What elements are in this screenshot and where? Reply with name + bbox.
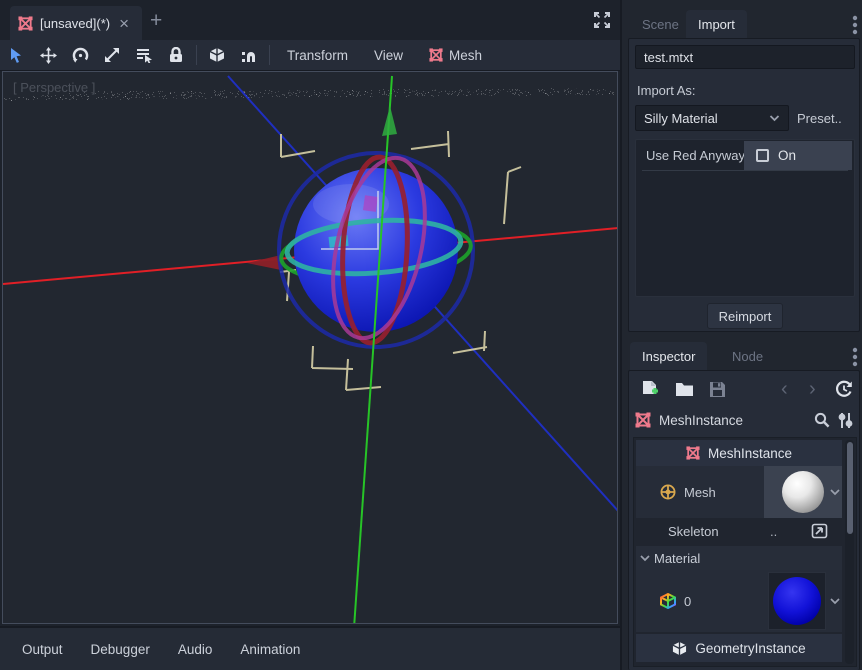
list-select-tool-button[interactable] [128, 40, 160, 70]
toolbar-separator [269, 45, 270, 65]
class-header-geometryinstance[interactable]: GeometryInstance [636, 634, 842, 662]
toolbar-separator [196, 45, 197, 65]
chevron-down-icon[interactable] [830, 488, 840, 496]
material-sphere-preview [773, 577, 821, 625]
scene-tab-bar: [unsaved](*) × + [0, 0, 620, 40]
tab-node[interactable]: Node [720, 342, 775, 370]
dock-menu-dots-icon[interactable] [852, 347, 858, 367]
dock-menu-dots-icon[interactable] [852, 15, 858, 35]
inspector-scrollbar[interactable] [845, 440, 854, 664]
mesh-sphere-preview [782, 471, 824, 513]
material-resource-icon [660, 593, 676, 609]
x-axis-arrow [247, 255, 281, 270]
scene-tab[interactable]: [unsaved](*) × [10, 6, 142, 40]
mesh-instance-icon [429, 48, 443, 62]
inspected-object-name: MeshInstance [659, 413, 806, 428]
tab-import[interactable]: Import [686, 10, 747, 38]
chevron-down-icon[interactable] [830, 597, 840, 605]
mesh-instance-icon [686, 446, 700, 460]
godot-editor-window: [unsaved](*) × + [0, 0, 862, 670]
mesh-instance-icon [635, 412, 651, 428]
rotate-tool-button[interactable] [64, 40, 96, 70]
search-icon[interactable] [814, 412, 830, 428]
class-header-meshinstance[interactable]: MeshInstance [636, 440, 842, 466]
node-path-assign-icon[interactable] [811, 523, 828, 539]
property-name-label: Use Red Anyway [646, 148, 745, 163]
viewport-3d[interactable]: [ Perspective ] [2, 71, 618, 624]
transform-menu[interactable]: Transform [274, 40, 361, 70]
mesh-property-label: Mesh [684, 485, 716, 500]
spatial-toolbar: Transform View Mesh [0, 40, 620, 71]
new-resource-icon[interactable] [641, 377, 659, 401]
chevron-down-icon [769, 114, 780, 122]
output-panel-button[interactable]: Output [12, 636, 73, 663]
import-dock-tabs: Scene Import [622, 10, 862, 38]
import-options-well: Use Red Anyway On [635, 139, 855, 297]
close-icon[interactable]: × [119, 15, 129, 32]
skeleton-property-row: Skeleton .. [636, 518, 842, 546]
history-back-icon[interactable]: ‹ [781, 377, 788, 401]
new-scene-tab-button[interactable]: + [150, 9, 162, 33]
material-slot-label: 0 [684, 594, 691, 609]
inspector-panel: ‹ › MeshInstance [628, 370, 860, 670]
local-space-cube-icon[interactable] [201, 40, 233, 70]
save-resource-icon[interactable] [709, 377, 726, 401]
inspector-properties: MeshInstance Mesh Skeleton [633, 437, 857, 667]
material-thumbnail-cell[interactable] [768, 572, 826, 630]
mesh-resource-icon [660, 484, 676, 500]
load-resource-folder-icon[interactable] [675, 377, 694, 401]
reimport-button[interactable]: Reimport [707, 303, 783, 329]
snap-toggle-icon[interactable] [233, 40, 265, 70]
inspector-dock-tabs: Inspector Node [622, 342, 862, 370]
gizmo-overlay [3, 72, 618, 624]
mesh-instance-icon [18, 16, 33, 31]
property-tools-icon[interactable] [838, 412, 853, 429]
move-tool-button[interactable] [32, 40, 64, 70]
debugger-panel-button[interactable]: Debugger [81, 636, 160, 663]
audio-panel-button[interactable]: Audio [168, 636, 223, 663]
tab-inspector[interactable]: Inspector [630, 342, 707, 370]
material-slot-row: 0 [636, 570, 842, 632]
checkbox-icon[interactable] [756, 149, 769, 162]
mesh-property-row: Mesh [636, 466, 842, 518]
skeleton-property-value[interactable]: .. [770, 524, 777, 539]
skeleton-property-label: Skeleton [668, 524, 719, 539]
animation-panel-button[interactable]: Animation [230, 636, 310, 663]
import-property-row: Use Red Anyway On [638, 142, 852, 170]
scene-tab-title: [unsaved](*) [40, 16, 110, 31]
mesh-menu[interactable]: Mesh [416, 40, 495, 70]
object-history-icon[interactable] [835, 377, 853, 401]
history-forward-icon[interactable]: › [809, 377, 816, 401]
scale-tool-button[interactable] [96, 40, 128, 70]
expand-viewport-icon[interactable] [593, 11, 611, 29]
select-tool-button[interactable] [0, 40, 32, 70]
y-axis-arrow [382, 106, 397, 136]
importer-dropdown[interactable]: Silly Material [635, 105, 789, 131]
inspected-object-row: MeshInstance [635, 407, 853, 433]
import-filename-field: test.mtxt [635, 45, 855, 69]
property-value-cell[interactable]: On [744, 141, 852, 170]
import-as-label: Import As: [637, 83, 696, 98]
preset-button[interactable]: Preset.. [797, 111, 842, 126]
import-panel: test.mtxt Import As: Silly Material Pres… [628, 38, 860, 332]
property-value-label: On [778, 148, 796, 163]
cube-icon [672, 641, 687, 656]
bottom-panel-bar: Output Debugger Audio Animation [0, 626, 620, 670]
tab-scene[interactable]: Scene [630, 10, 691, 38]
chevron-down-icon [640, 554, 650, 562]
lock-icon[interactable] [160, 40, 192, 70]
right-dock: Scene Import test.mtxt Import As: Silly … [620, 0, 862, 670]
scrollbar-thumb[interactable] [847, 442, 853, 534]
material-section-header[interactable]: Material [636, 546, 842, 570]
camera-perspective-label[interactable]: [ Perspective ] [13, 80, 95, 95]
view-menu[interactable]: View [361, 40, 416, 70]
